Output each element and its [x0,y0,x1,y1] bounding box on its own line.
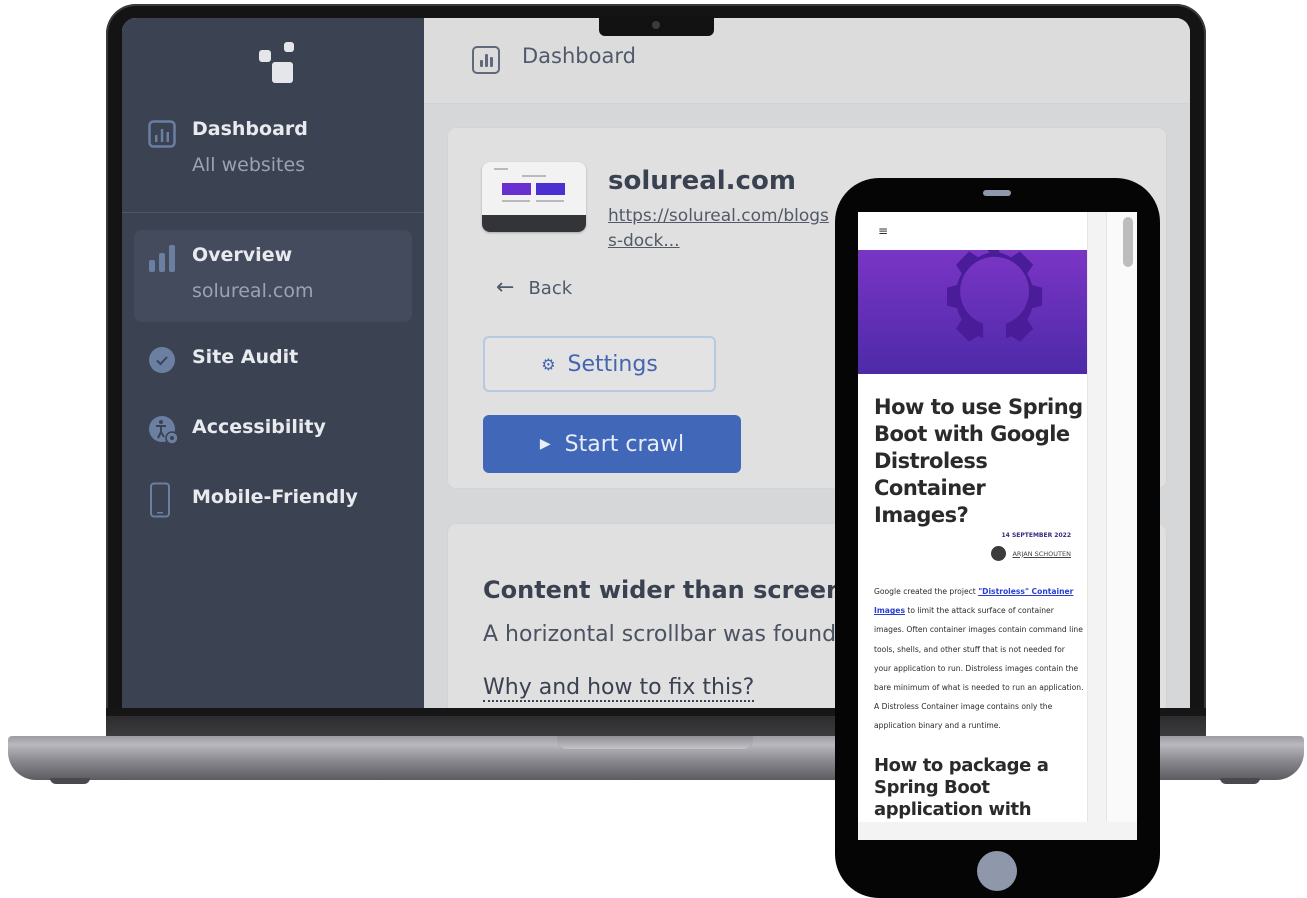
start-crawl-label: Start crawl [564,431,685,457]
post-subheading: How to package a Spring Boot application… [874,755,1049,820]
sidebar-item-site-audit[interactable]: Site Audit [134,338,412,382]
sidebar: Dashboard All websites Overview solureal… [122,18,424,708]
post-body-text: to limit the attack surface of container… [874,606,1084,731]
home-button[interactable] [977,851,1017,891]
post-title: How to use Spring Boot with Google Distr… [874,395,1083,527]
sidebar-item-title: Site Audit [192,346,299,368]
blog-page: ≡ How to use Spring Boot with Google Dis… [858,212,1088,822]
page-header: Dashboard [424,18,1190,104]
laptop-foot [1220,778,1260,784]
sidebar-item-accessibility[interactable]: Accessibility [134,408,412,452]
play-icon: ▶ [539,436,551,452]
sidebar-item-title: Accessibility [192,416,326,438]
accessibility-gear-icon [148,414,180,450]
issue-description: A horizontal scrollbar was found [483,622,837,647]
gear-icon [947,250,1043,342]
sidebar-item-dashboard[interactable]: Dashboard All websites [134,114,412,194]
page-title: Dashboard [522,44,636,68]
settings-button[interactable]: ⚙ Settings [483,336,716,392]
scrollbar-track[interactable] [1106,212,1137,822]
phone-speaker [983,190,1011,196]
site-thumbnail [482,162,586,232]
site-name: solureal.com [608,166,796,196]
bar-chart-box-icon [148,120,176,152]
help-link[interactable]: Why and how to fix this? [483,676,755,702]
sidebar-item-subtitle: All websites [192,154,306,176]
settings-label: Settings [567,351,658,377]
camera-notch [599,16,714,36]
start-crawl-button[interactable]: ▶ Start crawl [483,415,741,473]
sidebar-item-overview[interactable]: Overview solureal.com [134,230,412,322]
mobile-phone-icon [148,482,172,522]
arrow-left-icon: ← [496,275,515,300]
bar-chart-icon [472,46,500,74]
post-date: 14 SEPTEMBER 2022 [1001,532,1072,539]
site-url-line: https://solureal.com/blogs [608,206,829,226]
sidebar-item-mobile-friendly[interactable]: Mobile-Friendly [134,478,412,522]
back-label: Back [528,278,573,299]
post-body-text: Google created the project [874,587,979,596]
app-logo[interactable] [259,40,294,84]
gear-icon: ⚙ [541,354,556,374]
author-name: ARJAN SCHOUTEN [1012,549,1071,558]
sidebar-item-subtitle: solureal.com [192,280,314,302]
sidebar-divider [122,212,424,213]
sidebar-item-title: Mobile-Friendly [192,486,358,508]
phone-screen: ≡ How to use Spring Boot with Google Dis… [858,212,1137,840]
back-button[interactable]: ← Back [496,275,572,300]
signal-bars-icon [148,244,176,278]
post-author[interactable]: ARJAN SCHOUTEN [991,546,1071,561]
check-badge-icon [148,346,176,378]
post-body: Google created the project "Distroless" … [874,582,1084,736]
camera-icon [652,21,660,29]
laptop-opening-notch [557,736,753,750]
sidebar-item-title: Overview [192,244,293,266]
laptop-foot [50,778,90,784]
scrollbar-thumb[interactable] [1123,217,1133,267]
site-url-link[interactable]: https://solureal.com/blogs s-dock... [608,204,838,254]
sidebar-item-title: Dashboard [192,118,308,140]
hamburger-menu-icon[interactable]: ≡ [878,224,888,238]
issue-title: Content wider than screen [483,576,844,604]
hero-image [858,250,1087,374]
site-url-line: s-dock... [608,231,680,251]
avatar [991,546,1007,561]
